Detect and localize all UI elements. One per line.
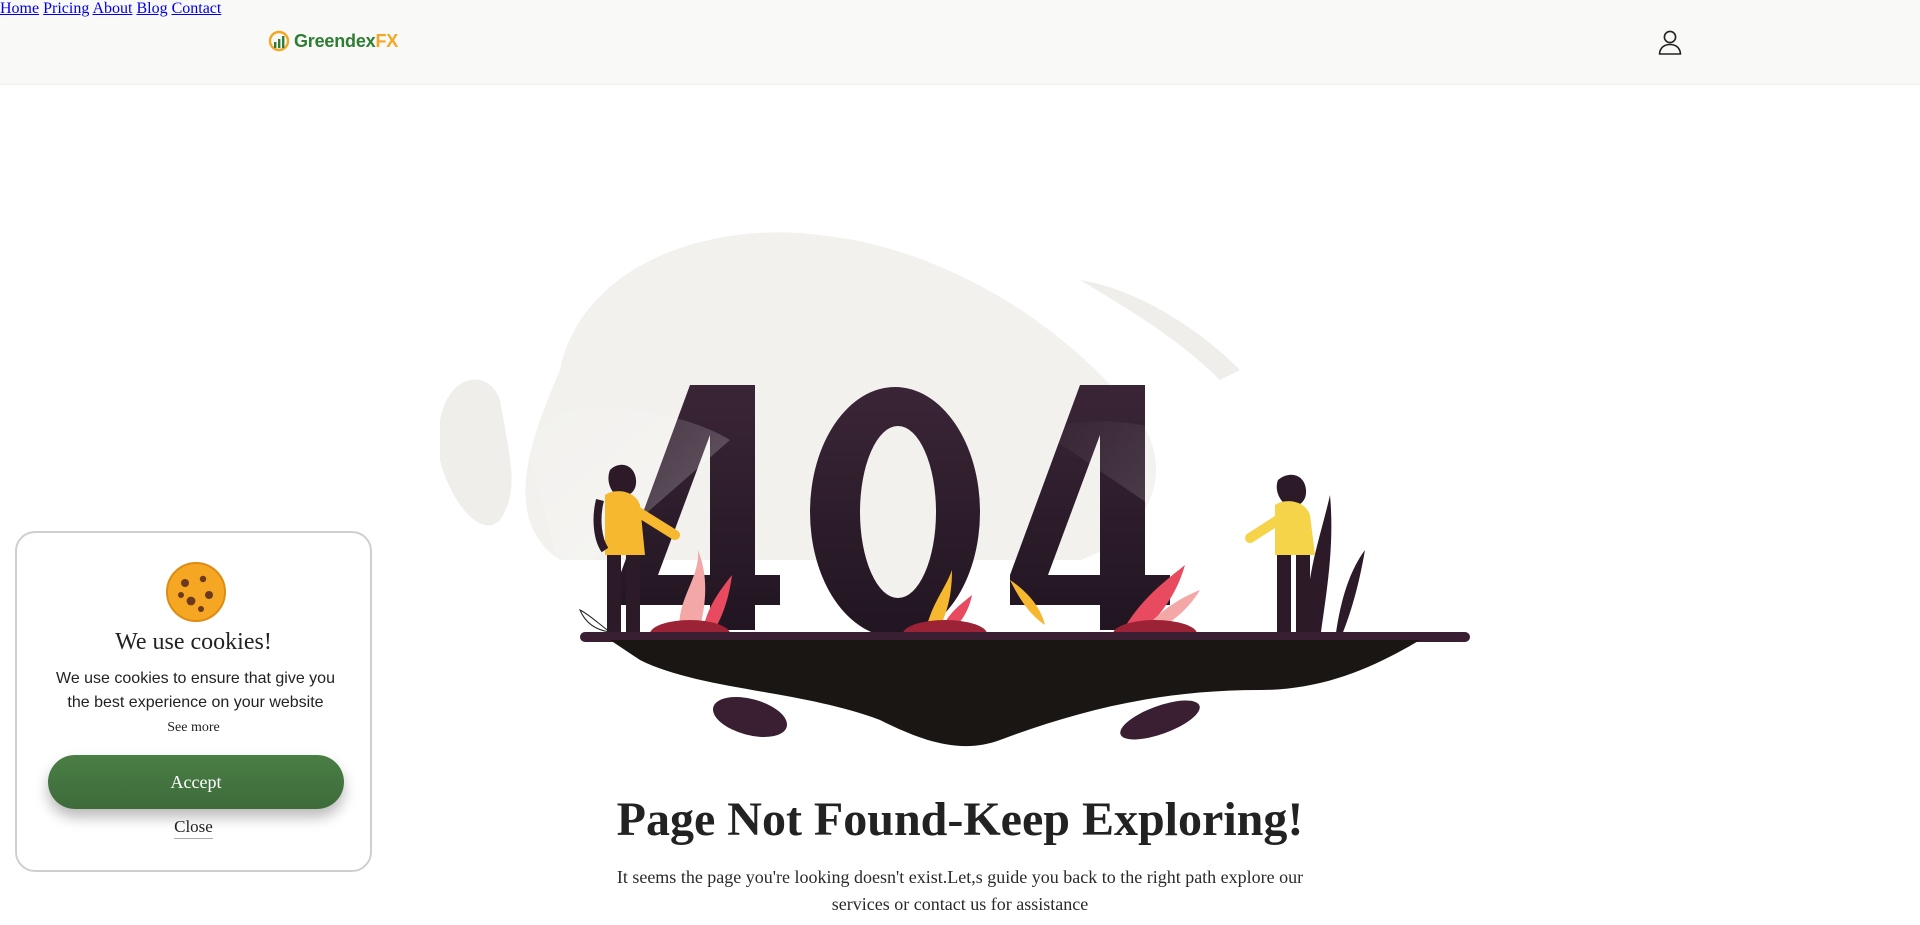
brand-name: GreendexFX [294,30,399,51]
error-404-illustration [440,232,1470,747]
nav-pricing[interactable]: Pricing [43,0,89,17]
ground-pebble-left [713,697,787,737]
main-nav: Home Pricing About Blog Contact [0,0,1920,18]
page-subtitle: It seems the page you're looking doesn't… [616,867,1304,914]
user-icon[interactable] [1656,28,1684,56]
nav-home[interactable]: Home [0,0,39,17]
cloud-shape [440,379,512,526]
ground-shape [610,640,1420,747]
cookie-consent-card: We use cookies! We use cookies to ensure… [15,531,372,872]
nav-blog[interactable]: Blog [136,0,167,17]
nav-contact[interactable]: Contact [172,0,222,17]
brand-logo[interactable]: GreendexFX [268,30,398,52]
cookie-accept-button[interactable]: Accept [48,755,344,809]
cookie-message: We use cookies to ensure that give you t… [56,670,335,711]
nav-about[interactable]: About [92,0,132,17]
cookie-title: We use cookies! [115,629,272,655]
cookie-close-link[interactable]: Close [17,817,370,839]
logo-icon [268,30,290,52]
site-header: GreendexFX Home Pricing About Blog Conta… [0,0,1920,85]
cloud-shape-right [1080,280,1240,380]
cookie-icon [166,562,226,622]
cookie-close-label[interactable]: Close [174,817,213,839]
cookie-see-more-link[interactable]: See more [17,720,370,736]
